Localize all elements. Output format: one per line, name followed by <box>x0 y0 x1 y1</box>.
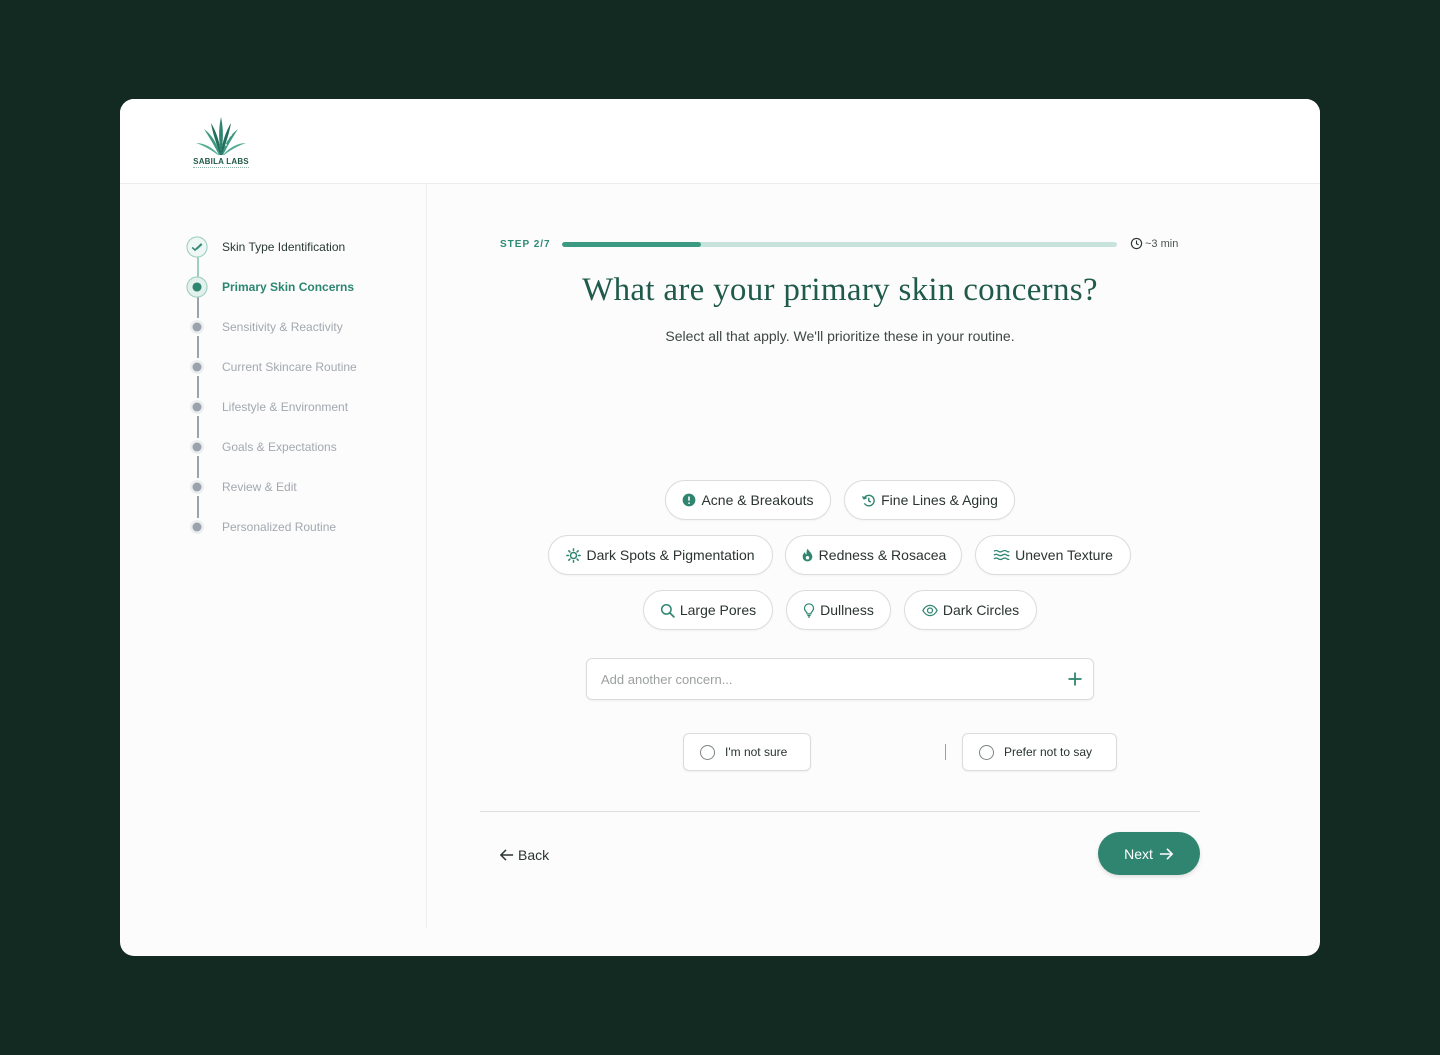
step-goals[interactable]: Goals & Expectations <box>186 436 426 456</box>
next-button[interactable]: Next <box>1098 832 1200 875</box>
chip-label: Dark Circles <box>942 602 1020 618</box>
chip-label: Large Pores <box>679 602 757 618</box>
waves-icon <box>993 549 1010 561</box>
brand-name: SABILA LABS <box>193 157 249 166</box>
step-personalized-routine[interactable]: Personalized Routine <box>186 516 426 536</box>
step-skin-type[interactable]: Skin Type Identification <box>186 236 426 258</box>
step-connector <box>197 456 199 478</box>
pending-step-icon <box>190 320 204 334</box>
aloe-logo-icon <box>196 117 246 155</box>
time-estimate: ~3 min <box>1130 237 1178 250</box>
chip-label: Dullness <box>820 602 874 618</box>
concern-chip-redness[interactable]: Redness & Rosacea <box>785 535 962 575</box>
time-estimate-text: ~3 min <box>1145 237 1179 250</box>
question-title: What are your primary skin concerns? <box>582 272 1098 308</box>
option-prefer-not-to-say[interactable]: Prefer not to say <box>962 733 1117 771</box>
concern-chip-dark-spots[interactable]: Dark Spots & Pigmentation <box>548 535 773 575</box>
chip-label: Acne & Breakouts <box>701 492 814 508</box>
brand-logo[interactable]: SABILA LABS <box>192 115 250 171</box>
history-icon <box>862 494 875 507</box>
chip-label: Uneven Texture <box>1015 547 1113 563</box>
step-label: Lifestyle & Environment <box>222 400 349 414</box>
step-label: Skin Type Identification <box>222 240 346 254</box>
main-panel: STEP 2/7 ~3 min What are your primary sk… <box>427 184 1320 928</box>
step-connector <box>197 336 199 358</box>
step-connector <box>197 376 199 398</box>
option-separator <box>945 744 946 760</box>
question-subtitle: Select all that apply. We'll prioritize … <box>665 328 1015 344</box>
step-sidebar: Skin Type Identification Primary Skin Co… <box>120 184 427 928</box>
step-sensitivity[interactable]: Sensitivity & Reactivity <box>186 316 426 336</box>
step-current-routine[interactable]: Current Skincare Routine <box>186 356 426 376</box>
radio-icon <box>700 744 715 760</box>
plus-icon[interactable] <box>1067 671 1083 687</box>
back-label: Back <box>518 847 550 863</box>
pending-step-icon <box>190 360 204 374</box>
next-label: Next <box>1124 845 1153 862</box>
option-label: I'm not sure <box>725 745 788 759</box>
option-label: Prefer not to say <box>1004 745 1093 759</box>
back-button[interactable]: Back <box>499 843 549 867</box>
step-connector <box>197 296 199 318</box>
step-label: Personalized Routine <box>222 520 337 534</box>
chip-label: Fine Lines & Aging <box>881 492 998 508</box>
brand-tagline-line <box>193 167 249 169</box>
chip-label: Dark Spots & Pigmentation <box>586 547 755 563</box>
radio-icon <box>979 744 994 760</box>
step-counter: STEP 2/7 <box>500 239 551 250</box>
sun-icon <box>566 547 582 563</box>
alert-circle-icon <box>683 493 696 507</box>
step-connector <box>197 256 199 278</box>
progress-fill <box>562 242 701 247</box>
add-concern-input[interactable] <box>587 659 1047 699</box>
step-lifestyle[interactable]: Lifestyle & Environment <box>186 396 426 416</box>
concern-chip-dullness[interactable]: Dullness <box>786 590 891 630</box>
pending-step-icon <box>190 480 204 494</box>
footer-divider <box>480 811 1200 812</box>
concern-chip-fine-lines[interactable]: Fine Lines & Aging <box>844 480 1015 520</box>
step-label: Current Skincare Routine <box>222 360 357 374</box>
step-connector <box>197 416 199 438</box>
onboarding-card: SABILA LABS Skin Type Identification Pri… <box>120 99 1320 956</box>
lightbulb-icon <box>804 602 815 618</box>
step-review[interactable]: Review & Edit <box>186 476 426 496</box>
step-label: Review & Edit <box>222 480 297 494</box>
pending-step-icon <box>190 400 204 414</box>
arrow-left-icon <box>499 849 514 861</box>
search-icon <box>660 603 675 618</box>
check-circle-icon <box>186 236 208 258</box>
add-concern-field <box>586 658 1094 700</box>
chip-label: Redness & Rosacea <box>818 547 947 563</box>
step-label: Goals & Expectations <box>222 440 337 454</box>
concern-chip-acne[interactable]: Acne & Breakouts <box>665 480 831 520</box>
progress-bar <box>562 242 1117 247</box>
concern-chip-uneven-texture[interactable]: Uneven Texture <box>975 535 1131 575</box>
pending-step-icon <box>190 440 204 454</box>
header: SABILA LABS <box>120 99 1320 184</box>
arrow-right-icon <box>1159 847 1174 860</box>
step-connector <box>197 496 199 518</box>
step-primary-concerns[interactable]: Primary Skin Concerns <box>186 276 426 298</box>
clock-icon <box>1130 237 1143 250</box>
step-label: Primary Skin Concerns <box>222 280 355 294</box>
active-step-icon <box>186 276 208 298</box>
eye-icon <box>922 604 938 616</box>
pending-step-icon <box>190 520 204 534</box>
option-not-sure[interactable]: I'm not sure <box>683 733 811 771</box>
concern-chip-dark-circles[interactable]: Dark Circles <box>904 590 1037 630</box>
step-label: Sensitivity & Reactivity <box>222 320 343 334</box>
flame-icon <box>802 548 812 562</box>
concern-chip-large-pores[interactable]: Large Pores <box>643 590 773 630</box>
